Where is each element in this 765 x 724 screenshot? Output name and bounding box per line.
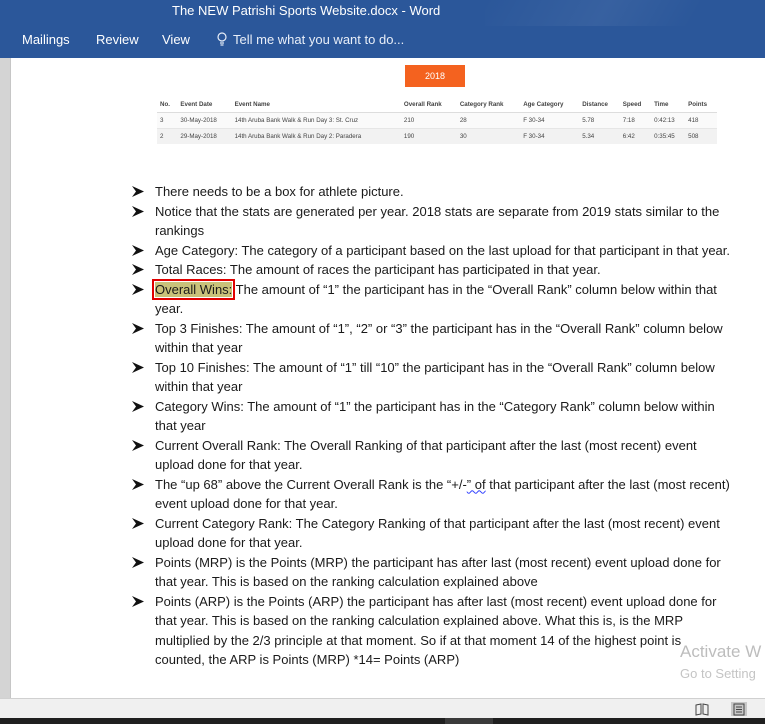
list-item: Total Races: The amount of races the par… — [131, 260, 731, 280]
col-distance: Distance — [579, 97, 620, 113]
tab-mailings[interactable]: Mailings — [22, 32, 70, 47]
tell-me-text: Tell me what you want to do... — [233, 32, 405, 47]
cell: 418 — [685, 112, 717, 129]
cell: 210 — [400, 112, 457, 129]
ribbon-tabs: Mailings Review View Tell me what you wa… — [0, 26, 765, 58]
list-item: Points (ARP) is the Points (ARP) the par… — [131, 592, 731, 670]
cell: 5.78 — [579, 112, 620, 129]
cell: 14th Aruba Bank Walk & Run Day 2: Parade… — [231, 128, 401, 144]
col-time: Time — [651, 97, 686, 113]
watermark-line-2: Go to Setting — [680, 666, 756, 681]
table-header-row: No. Event Date Event Name Overall Rank C… — [157, 97, 717, 113]
cell: 0:42:13 — [651, 112, 686, 129]
cell: 30-May-2018 — [177, 112, 232, 129]
cell: 30 — [456, 128, 521, 144]
arrow-bullet-icon — [132, 595, 144, 607]
arrow-bullet-icon — [132, 283, 144, 295]
arrow-bullet-icon — [132, 244, 144, 256]
col-overall-rank: Overall Rank — [400, 97, 457, 113]
spellcheck-underline[interactable]: ” of — [467, 477, 486, 492]
list-item: Age Category: The category of a particip… — [131, 241, 731, 261]
cell: 14th Aruba Bank Walk & Run Day 3: St. Cr… — [231, 112, 401, 129]
list-item: Category Wins: The amount of “1” the par… — [131, 397, 731, 436]
arrow-bullet-icon — [132, 264, 144, 275]
table-row: 3 30-May-2018 14th Aruba Bank Walk & Run… — [157, 112, 717, 129]
taskbar — [0, 718, 765, 724]
taskbar-item[interactable] — [445, 718, 493, 724]
cell: 7:18 — [619, 112, 652, 129]
window-title: The NEW Patrishi Sports Website.docx - W… — [172, 3, 441, 18]
cell: 0:35:45 — [651, 128, 686, 144]
status-bar — [0, 698, 765, 719]
cell: 2 — [157, 128, 178, 144]
overall-wins-highlight[interactable]: Overall Wins: — [151, 278, 236, 300]
col-event-date: Event Date — [177, 97, 232, 113]
list-item: The “up 68” above the Current Overall Ra… — [131, 475, 731, 514]
arrow-bullet-icon — [132, 556, 144, 568]
arrow-bullet-icon — [132, 186, 144, 197]
lightbulb-icon — [217, 32, 227, 46]
bullet-list: There needs to be a box for athlete pict… — [131, 182, 731, 670]
print-layout-icon[interactable] — [731, 702, 747, 716]
list-item: Current Category Rank: The Category Rank… — [131, 514, 731, 553]
table-row: 2 29-May-2018 14th Aruba Bank Walk & Run… — [157, 128, 717, 144]
col-age-category: Age Category — [520, 97, 580, 113]
event-stats-table: No. Event Date Event Name Overall Rank C… — [157, 97, 717, 144]
cell: 6:42 — [619, 128, 652, 144]
list-item: Top 3 Finishes: The amount of “1”, “2” o… — [131, 319, 731, 358]
cell: 508 — [685, 128, 717, 144]
cell: 29-May-2018 — [177, 128, 232, 144]
col-category-rank: Category Rank — [456, 97, 521, 113]
tab-review[interactable]: Review — [96, 32, 139, 47]
read-mode-icon[interactable] — [694, 702, 710, 716]
tab-view[interactable]: View — [162, 32, 190, 47]
cell: 190 — [400, 128, 457, 144]
cell: F 30-34 — [520, 112, 580, 129]
arrow-bullet-icon — [132, 517, 144, 529]
list-item: Top 10 Finishes: The amount of “1” till … — [131, 358, 731, 397]
list-item: Notice that the stats are generated per … — [131, 202, 731, 241]
arrow-bullet-icon — [132, 322, 144, 334]
col-points: Points — [685, 97, 717, 113]
list-item: Overall Wins: The amount of “1” the part… — [131, 278, 731, 319]
cell: F 30-34 — [520, 128, 580, 144]
arrow-bullet-icon — [132, 205, 144, 217]
arrow-bullet-icon — [132, 361, 144, 373]
list-item: Current Overall Rank: The Overall Rankin… — [131, 436, 731, 475]
cell: 3 — [157, 112, 178, 129]
col-speed: Speed — [619, 97, 652, 113]
tell-me-search[interactable]: Tell me what you want to do... — [216, 32, 404, 47]
list-item: There needs to be a box for athlete pict… — [131, 182, 731, 202]
year-badge: 2018 — [405, 65, 465, 87]
arrow-bullet-icon — [132, 439, 144, 451]
watermark-line-1: Activate W — [680, 642, 762, 661]
activate-windows-watermark: Activate W Go to Setting — [680, 641, 765, 685]
title-bar: The NEW Patrishi Sports Website.docx - W… — [0, 0, 765, 58]
arrow-bullet-icon — [132, 478, 144, 490]
left-margin-bar — [0, 58, 11, 698]
col-no: No. — [157, 97, 178, 113]
col-event-name: Event Name — [231, 97, 401, 113]
cell: 28 — [456, 112, 521, 129]
document-page[interactable]: 2018 No. Event Date Event Name Overall R… — [11, 58, 765, 698]
arrow-bullet-icon — [132, 400, 144, 412]
list-item: Points (MRP) is the Points (MRP) the par… — [131, 553, 731, 592]
cell: 5.34 — [579, 128, 620, 144]
